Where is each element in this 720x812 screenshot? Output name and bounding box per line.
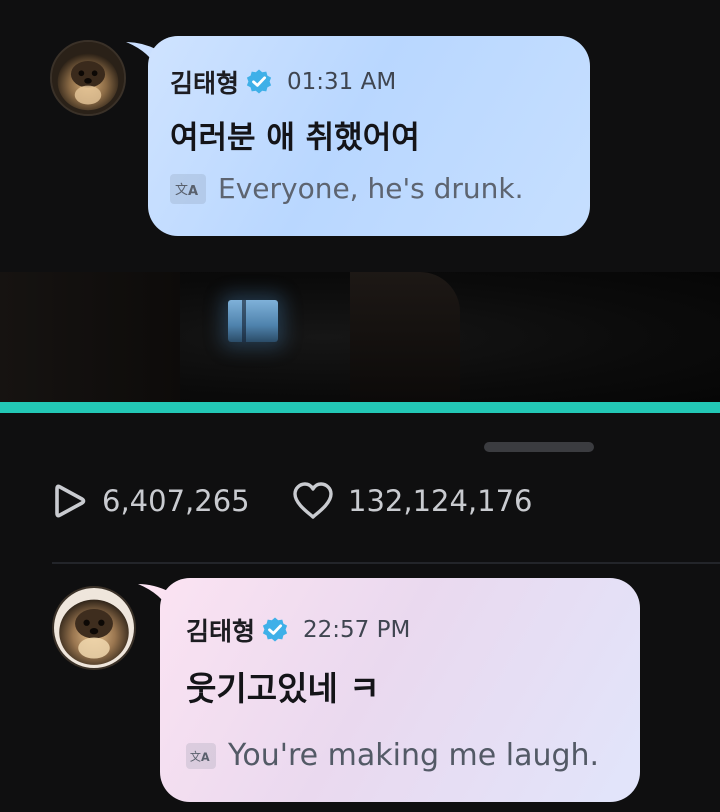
svg-text:文: 文 <box>175 183 188 198</box>
pomeranian-avatar-icon <box>54 588 134 668</box>
avatar[interactable] <box>50 40 126 116</box>
message-text: 웃기고있네 ㅋ <box>186 669 380 708</box>
message-time: 22:57 PM <box>303 617 411 643</box>
avatar[interactable] <box>52 586 136 670</box>
play-icon <box>52 482 88 520</box>
plays-count: 6,407,265 <box>102 484 250 518</box>
video-frame-shadow <box>0 272 180 402</box>
message-bubble[interactable]: 김태형 22:57 PM 웃기고있네 ㅋ 文 A You're making m… <box>160 578 640 802</box>
translation-row[interactable]: 文 A Everyone, he's drunk. <box>170 172 524 205</box>
video-progress-bar[interactable] <box>0 402 720 413</box>
svg-text:A: A <box>201 751 210 764</box>
message-bubble[interactable]: 김태형 01:31 AM 여러분 애 취했어여 文 A Everyone, he… <box>148 36 590 236</box>
divider <box>52 562 720 564</box>
pomeranian-avatar-icon <box>52 42 124 114</box>
heart-icon[interactable] <box>292 482 334 520</box>
video-frame-shadow <box>350 272 460 402</box>
translate-icon[interactable]: 文 A <box>170 173 206 204</box>
drag-handle[interactable] <box>484 442 594 452</box>
plays-stat: 6,407,265 <box>52 482 250 520</box>
translation-row[interactable]: 文 A You're making me laugh. <box>186 738 599 773</box>
likes-stat[interactable]: 132,124,176 <box>292 482 533 520</box>
svg-text:A: A <box>188 184 198 199</box>
translation-text: You're making me laugh. <box>228 738 600 773</box>
svg-text:文: 文 <box>190 749 201 763</box>
message-text: 여러분 애 취했어여 <box>170 120 420 156</box>
translate-icon[interactable]: 文 A <box>186 742 216 769</box>
likes-count: 132,124,176 <box>348 484 533 518</box>
verified-badge-icon <box>261 616 289 644</box>
video-frame-light <box>228 300 278 342</box>
sender-name[interactable]: 김태형 <box>170 64 239 100</box>
sender-name[interactable]: 김태형 <box>186 612 255 648</box>
verified-badge-icon <box>245 68 273 96</box>
message-header: 김태형 01:31 AM <box>170 64 396 100</box>
translation-text: Everyone, he's drunk. <box>218 172 524 205</box>
message-time: 01:31 AM <box>287 69 397 95</box>
video-player[interactable] <box>0 272 720 402</box>
message-header: 김태형 22:57 PM <box>186 612 410 648</box>
